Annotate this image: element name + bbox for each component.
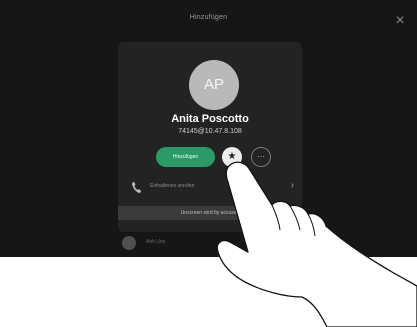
pointing-hand-illustration [216,161,417,327]
